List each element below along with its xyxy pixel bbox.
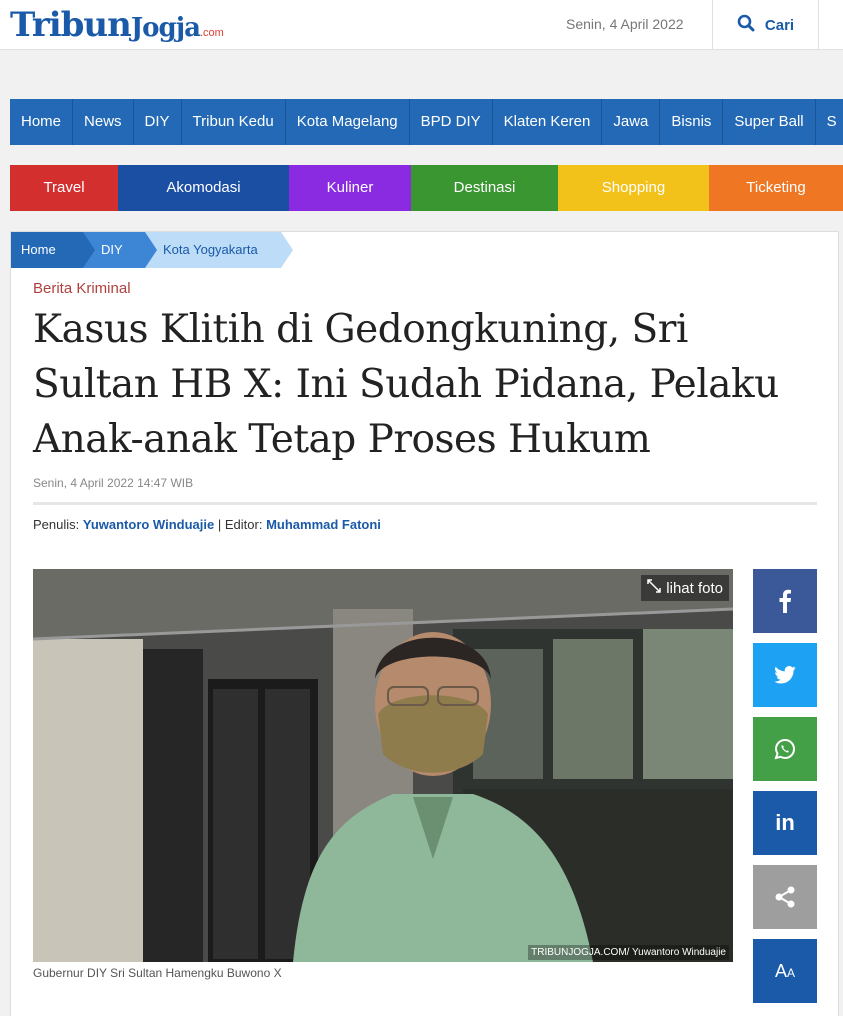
linkedin-icon: in: [775, 810, 795, 835]
category-bar: Travel Akomodasi Kuliner Destinasi Shopping T…: [10, 165, 843, 211]
article-photo[interactable]: lihat foto TRIBUNJOGJA.COM/ Yuwantoro Wi…: [33, 569, 733, 962]
breadcrumb-arrow: [83, 232, 95, 268]
site-logo[interactable]: TribunJogja.com: [10, 5, 224, 45]
nav-item[interactable]: BPD DIY: [410, 99, 493, 145]
writer-link[interactable]: Yuwantoro Winduajie: [83, 517, 214, 532]
main-navigation: Home News DIY Tribun Kedu Kota Magelang BPD D…: [10, 99, 843, 145]
article-category[interactable]: Berita Kriminal: [33, 280, 131, 297]
logo-main: Tribun: [10, 5, 132, 45]
nav-item[interactable]: Jawa: [602, 99, 661, 145]
share-icon: [775, 886, 795, 908]
photo-caption: Gubernur DIY Sri Sultan Hamengku Buwono …: [33, 966, 282, 980]
breadcrumb-item[interactable]: Home: [11, 232, 95, 268]
byline: Penulis: Yuwantoro Winduajie | Editor: M…: [33, 517, 381, 532]
nav-item[interactable]: Home: [10, 99, 74, 145]
publish-date: Senin, 4 April 2022 14:47 WIB: [33, 476, 194, 490]
whatsapp-icon: [774, 738, 796, 760]
header-date: Senin, 4 April 2022: [566, 16, 684, 32]
photo-credit: TRIBUNJOGJA.COM/ Yuwantoro Winduajie: [528, 945, 729, 960]
byline-separator: |: [217, 517, 222, 532]
nav-item[interactable]: Bisnis: [660, 99, 724, 145]
view-photo-label: lihat foto: [666, 579, 723, 597]
category-ticketing[interactable]: Ticketing: [709, 165, 843, 211]
share-twitter-button[interactable]: [753, 643, 817, 707]
breadcrumb-arrow: [281, 232, 293, 268]
logo-second: Jogja: [130, 13, 201, 43]
nav-item[interactable]: Super Ball: [723, 99, 816, 145]
share-linkedin-button[interactable]: in: [753, 791, 817, 855]
breadcrumb: Home DIY Kota Yogyakarta: [11, 232, 293, 268]
category-shopping[interactable]: Shopping: [558, 165, 709, 211]
font-size-icon: AA: [774, 960, 796, 981]
nav-item[interactable]: Klaten Keren: [493, 99, 603, 145]
nav-item[interactable]: Tribun Kedu: [182, 99, 286, 145]
search-button[interactable]: Cari: [712, 0, 819, 50]
breadcrumb-label: DIY: [101, 242, 123, 257]
article-card: Home DIY Kota Yogyakarta Berita Kriminal K…: [10, 231, 839, 1016]
category-destinasi[interactable]: Destinasi: [411, 165, 558, 211]
editor-label: Editor:: [224, 517, 263, 532]
nav-item[interactable]: DIY: [134, 99, 182, 145]
expand-icon: [647, 579, 662, 597]
top-bar: TribunJogja.com Senin, 4 April 2022 Cari: [0, 0, 843, 50]
category-akomodasi[interactable]: Akomodasi: [118, 165, 289, 211]
font-size-button[interactable]: AA: [753, 939, 817, 1003]
category-kuliner[interactable]: Kuliner: [289, 165, 411, 211]
breadcrumb-label: Home: [21, 242, 56, 257]
nav-item[interactable]: Kota Magelang: [286, 99, 410, 145]
breadcrumb-item[interactable]: Kota Yogyakarta: [145, 232, 293, 268]
facebook-icon: [779, 589, 791, 613]
twitter-icon: [774, 666, 796, 684]
search-icon: [737, 14, 755, 36]
article-title: Kasus Klitih di Gedongkuning, Sri Sultan…: [33, 307, 779, 462]
editor-link[interactable]: Muhammad Fatoni: [266, 517, 381, 532]
view-photo-button[interactable]: lihat foto: [641, 575, 729, 601]
breadcrumb-arrow: [145, 232, 157, 268]
nav-item[interactable]: S: [816, 99, 843, 145]
breadcrumb-label: Kota Yogyakarta: [163, 242, 258, 257]
search-label: Cari: [764, 16, 795, 34]
category-travel[interactable]: Travel: [10, 165, 118, 211]
share-facebook-button[interactable]: [753, 569, 817, 633]
writer-label: Penulis:: [33, 517, 80, 532]
divider: [33, 502, 817, 505]
logo-suffix: .com: [199, 27, 224, 39]
share-whatsapp-button[interactable]: [753, 717, 817, 781]
photo-illustration: [33, 569, 733, 962]
nav-item[interactable]: News: [73, 99, 134, 145]
share-more-button[interactable]: [753, 865, 817, 929]
